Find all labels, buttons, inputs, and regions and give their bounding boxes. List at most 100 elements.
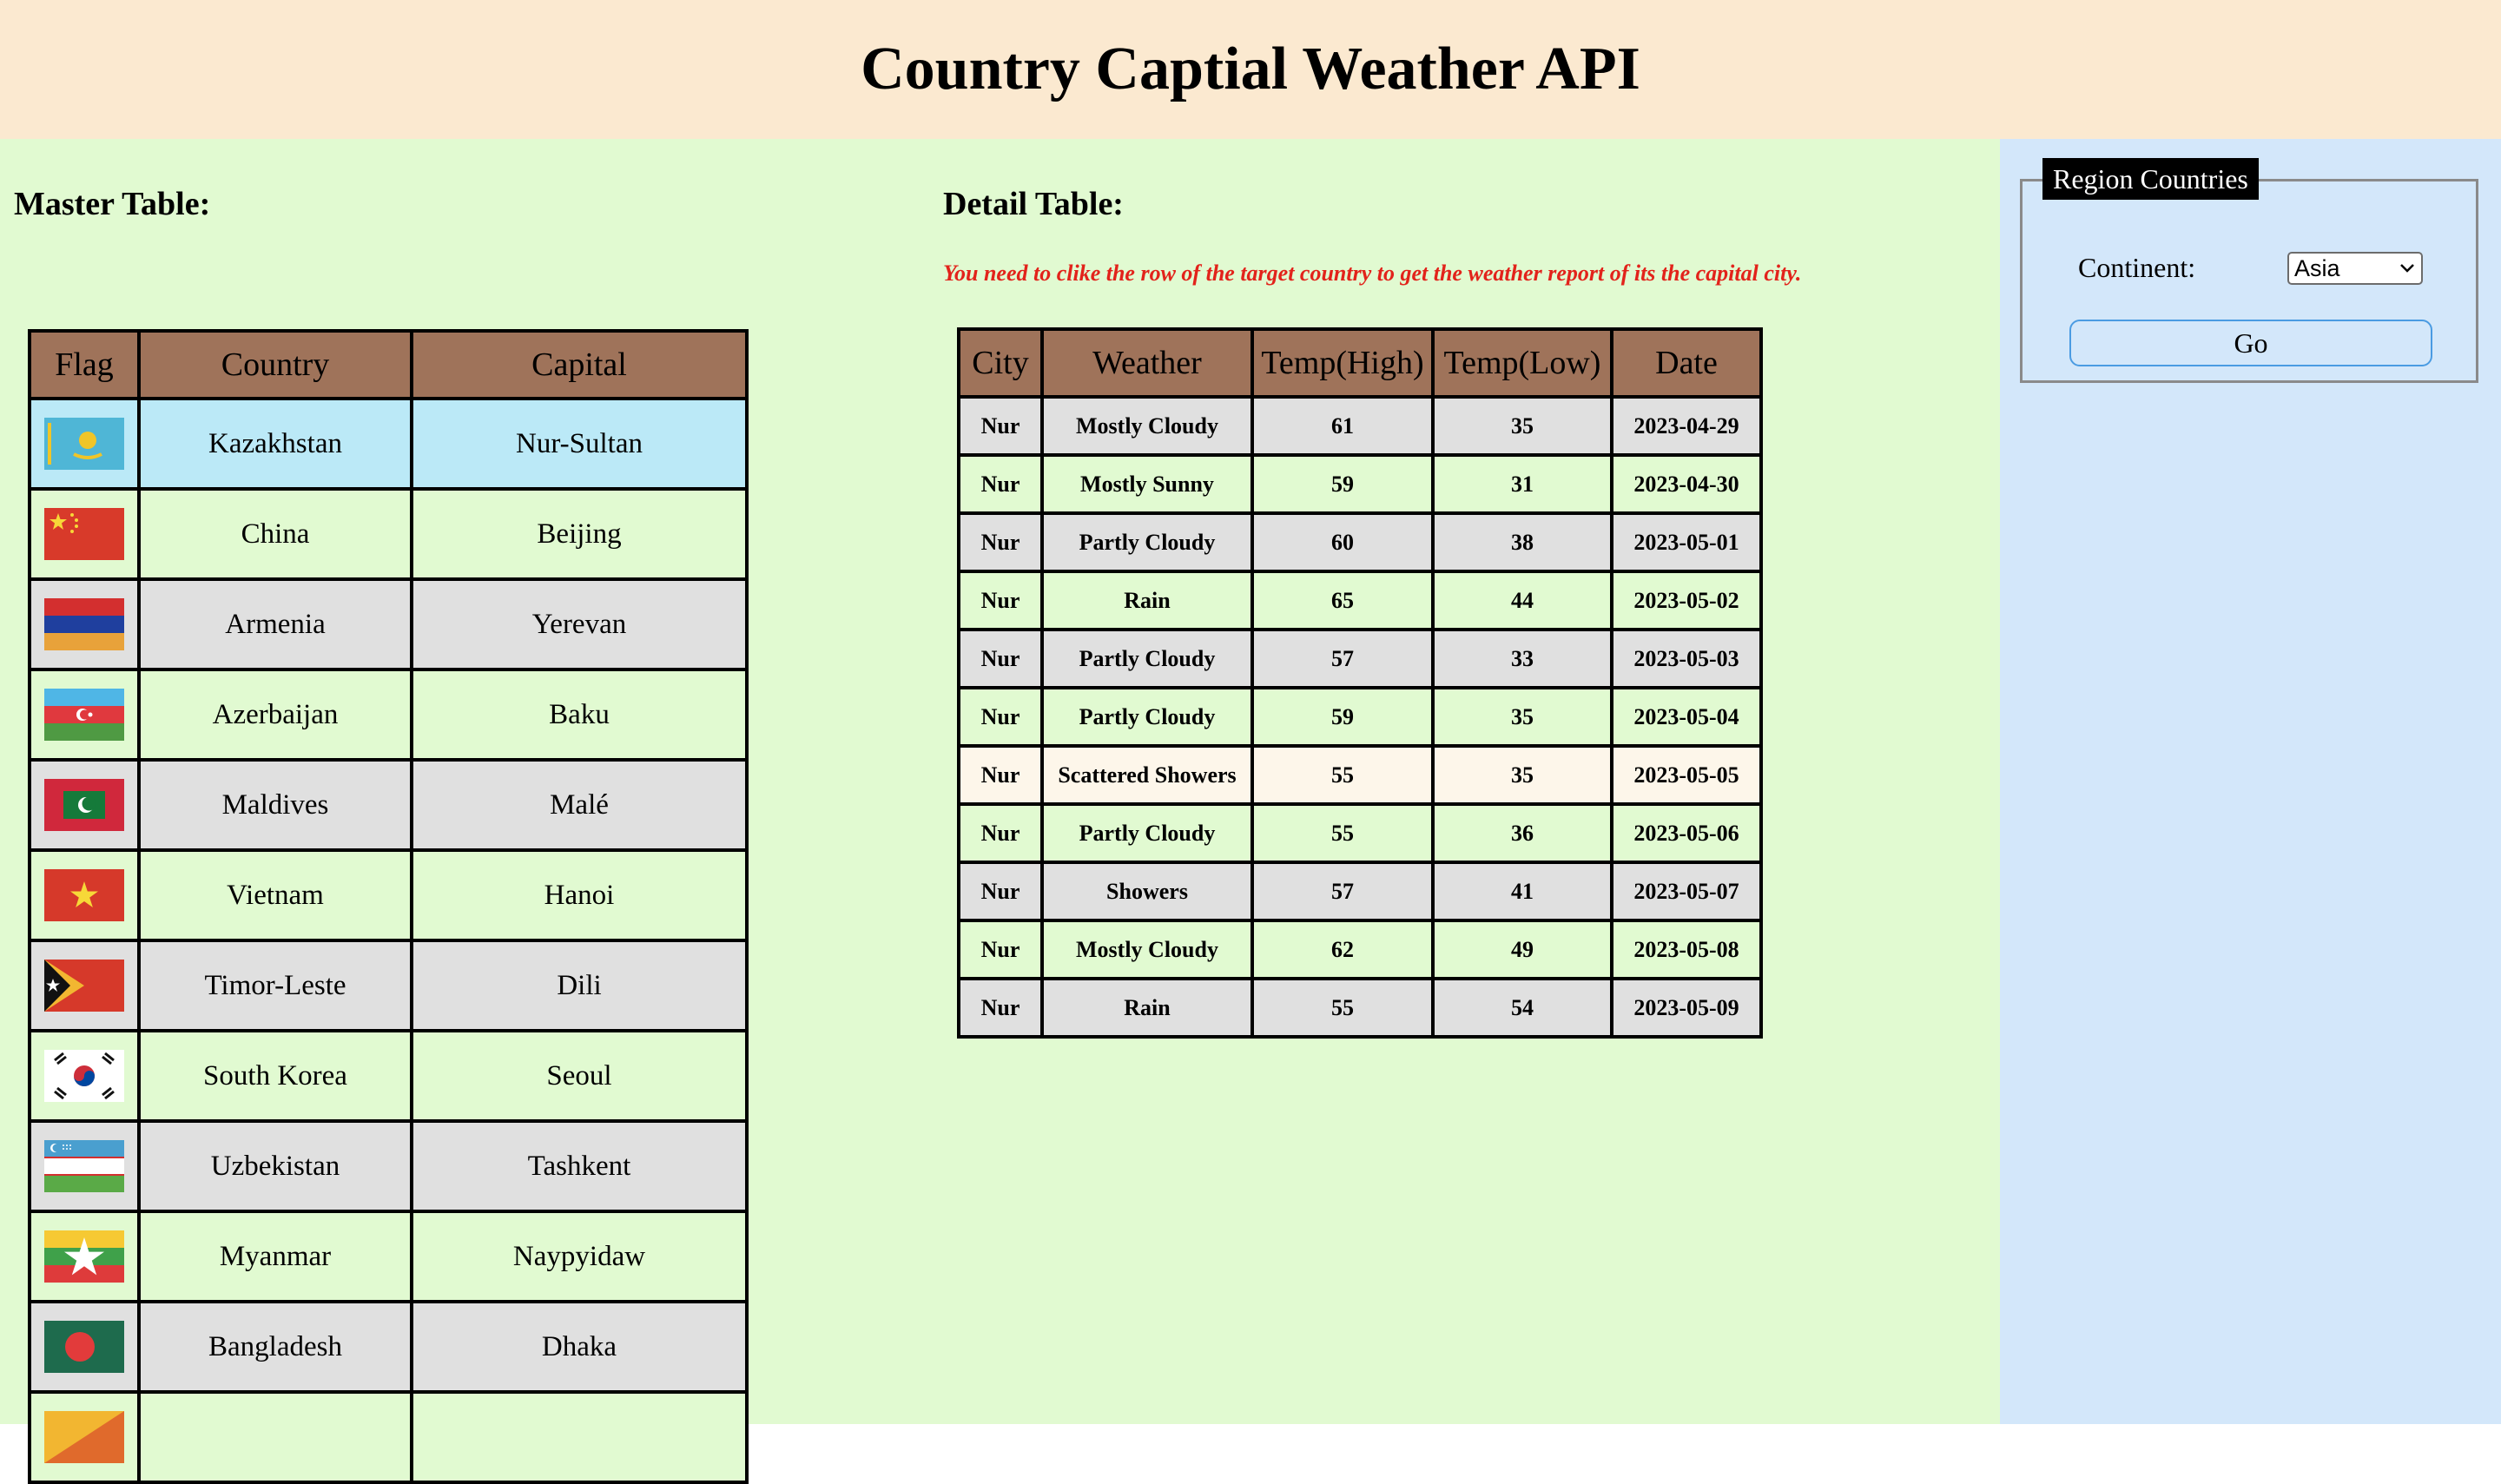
city-cell: Nur bbox=[957, 802, 1044, 864]
flag-cell bbox=[28, 397, 141, 491]
country-cell: Maldives bbox=[137, 758, 413, 852]
temp-high-cell: 62 bbox=[1250, 919, 1435, 980]
detail-row: Nur Partly Cloudy 55 36 2023-05-06 bbox=[957, 802, 1763, 864]
temp-low-cell: 36 bbox=[1431, 802, 1613, 864]
flag-cell bbox=[28, 1210, 141, 1303]
master-row[interactable]: South Korea Seoul bbox=[28, 1029, 749, 1123]
master-row[interactable]: Uzbekistan Tashkent bbox=[28, 1119, 749, 1213]
detail-header-city: City bbox=[957, 327, 1044, 399]
master-row[interactable]: Myanmar Naypyidaw bbox=[28, 1210, 749, 1303]
city-cell: Nur bbox=[957, 977, 1044, 1039]
temp-high-cell: 55 bbox=[1250, 802, 1435, 864]
temp-high-cell: 57 bbox=[1250, 628, 1435, 689]
continent-select[interactable]: Asia bbox=[2287, 252, 2423, 285]
master-row[interactable]: Armenia Yerevan bbox=[28, 577, 749, 671]
capital-cell: Tashkent bbox=[410, 1119, 749, 1213]
country-cell bbox=[137, 1390, 413, 1484]
chevron-down-icon bbox=[2399, 254, 2416, 293]
master-row[interactable]: Bangladesh Dhaka bbox=[28, 1300, 749, 1394]
temp-low-cell: 44 bbox=[1431, 570, 1613, 631]
city-cell: Nur bbox=[957, 570, 1044, 631]
flag-cell bbox=[28, 668, 141, 762]
master-header-country: Country bbox=[137, 329, 413, 400]
master-row[interactable]: Vietnam Hanoi bbox=[28, 848, 749, 942]
flag-cell bbox=[28, 1029, 141, 1123]
master-row[interactable] bbox=[28, 1390, 749, 1484]
detail-header-temp-low: Temp(Low) bbox=[1431, 327, 1613, 399]
detail-row: Nur Mostly Cloudy 62 49 2023-05-08 bbox=[957, 919, 1763, 980]
detail-row: Nur Rain 65 44 2023-05-02 bbox=[957, 570, 1763, 631]
flag-cell bbox=[28, 939, 141, 1032]
date-cell: 2023-05-08 bbox=[1610, 919, 1763, 980]
date-cell: 2023-05-03 bbox=[1610, 628, 1763, 689]
weather-cell: Scattered Showers bbox=[1040, 744, 1254, 806]
weather-cell: Rain bbox=[1040, 977, 1254, 1039]
detail-row: Nur Mostly Sunny 59 31 2023-04-30 bbox=[957, 453, 1763, 515]
date-cell: 2023-04-29 bbox=[1610, 395, 1763, 457]
weather-cell: Rain bbox=[1040, 570, 1254, 631]
weather-cell: Partly Cloudy bbox=[1040, 511, 1254, 573]
country-cell: Myanmar bbox=[137, 1210, 413, 1303]
capital-cell: Baku bbox=[410, 668, 749, 762]
city-cell: Nur bbox=[957, 453, 1044, 515]
capital-cell: Hanoi bbox=[410, 848, 749, 942]
country-cell: Bangladesh bbox=[137, 1300, 413, 1394]
detail-header-weather: Weather bbox=[1040, 327, 1254, 399]
date-cell: 2023-05-07 bbox=[1610, 861, 1763, 922]
capital-cell: Yerevan bbox=[410, 577, 749, 671]
temp-low-cell: 54 bbox=[1431, 977, 1613, 1039]
date-cell: 2023-05-06 bbox=[1610, 802, 1763, 864]
flag-cell bbox=[28, 848, 141, 942]
city-cell: Nur bbox=[957, 919, 1044, 980]
weather-cell: Partly Cloudy bbox=[1040, 686, 1254, 748]
uzbekistan-flag-icon bbox=[44, 1140, 124, 1192]
detail-row: Nur Partly Cloudy 59 35 2023-05-04 bbox=[957, 686, 1763, 748]
continent-label: Continent: bbox=[2078, 252, 2196, 283]
go-button[interactable]: Go bbox=[2069, 320, 2432, 366]
date-cell: 2023-05-04 bbox=[1610, 686, 1763, 748]
detail-row: Nur Partly Cloudy 57 33 2023-05-03 bbox=[957, 628, 1763, 689]
temp-high-cell: 55 bbox=[1250, 744, 1435, 806]
capital-cell: Seoul bbox=[410, 1029, 749, 1123]
capital-cell: Malé bbox=[410, 758, 749, 852]
master-row[interactable]: Kazakhstan Nur-Sultan bbox=[28, 397, 749, 491]
region-countries-legend: Region Countries bbox=[2042, 158, 2259, 200]
flag-cell bbox=[28, 758, 141, 852]
flag-cell bbox=[28, 1119, 141, 1213]
bhutan-flag-icon bbox=[44, 1411, 124, 1463]
flag-cell bbox=[28, 577, 141, 671]
master-row[interactable]: Maldives Malé bbox=[28, 758, 749, 852]
detail-row: Nur Rain 55 54 2023-05-09 bbox=[957, 977, 1763, 1039]
master-row[interactable]: Timor-Leste Dili bbox=[28, 939, 749, 1032]
page-title: Country Captial Weather API bbox=[861, 36, 1640, 102]
master-table-title: Master Table: bbox=[14, 186, 211, 222]
south-korea-flag-icon bbox=[44, 1050, 124, 1102]
detail-table-title: Detail Table: bbox=[943, 186, 1124, 222]
country-cell: China bbox=[137, 487, 413, 581]
capital-cell: Dili bbox=[410, 939, 749, 1032]
myanmar-flag-icon bbox=[44, 1230, 124, 1283]
country-cell: Kazakhstan bbox=[137, 397, 413, 491]
master-row[interactable]: Azerbaijan Baku bbox=[28, 668, 749, 762]
country-cell: Armenia bbox=[137, 577, 413, 671]
flag-cell bbox=[28, 1390, 141, 1484]
temp-low-cell: 35 bbox=[1431, 744, 1613, 806]
date-cell: 2023-05-01 bbox=[1610, 511, 1763, 573]
master-table: Flag Country Capital Kazakhstan Nur-Sult… bbox=[28, 329, 749, 1484]
date-cell: 2023-05-02 bbox=[1610, 570, 1763, 631]
country-cell: Azerbaijan bbox=[137, 668, 413, 762]
country-cell: Vietnam bbox=[137, 848, 413, 942]
country-cell: Timor-Leste bbox=[137, 939, 413, 1032]
flag-cell bbox=[28, 1300, 141, 1394]
detail-header-temp-high: Temp(High) bbox=[1250, 327, 1435, 399]
master-row[interactable]: China Beijing bbox=[28, 487, 749, 581]
temp-high-cell: 57 bbox=[1250, 861, 1435, 922]
vietnam-flag-icon bbox=[44, 869, 124, 921]
temp-low-cell: 38 bbox=[1431, 511, 1613, 573]
capital-cell: Nur-Sultan bbox=[410, 397, 749, 491]
detail-header-date: Date bbox=[1610, 327, 1763, 399]
china-flag-icon bbox=[44, 508, 124, 560]
city-cell: Nur bbox=[957, 511, 1044, 573]
temp-high-cell: 60 bbox=[1250, 511, 1435, 573]
continent-select-value: Asia bbox=[2294, 255, 2340, 281]
